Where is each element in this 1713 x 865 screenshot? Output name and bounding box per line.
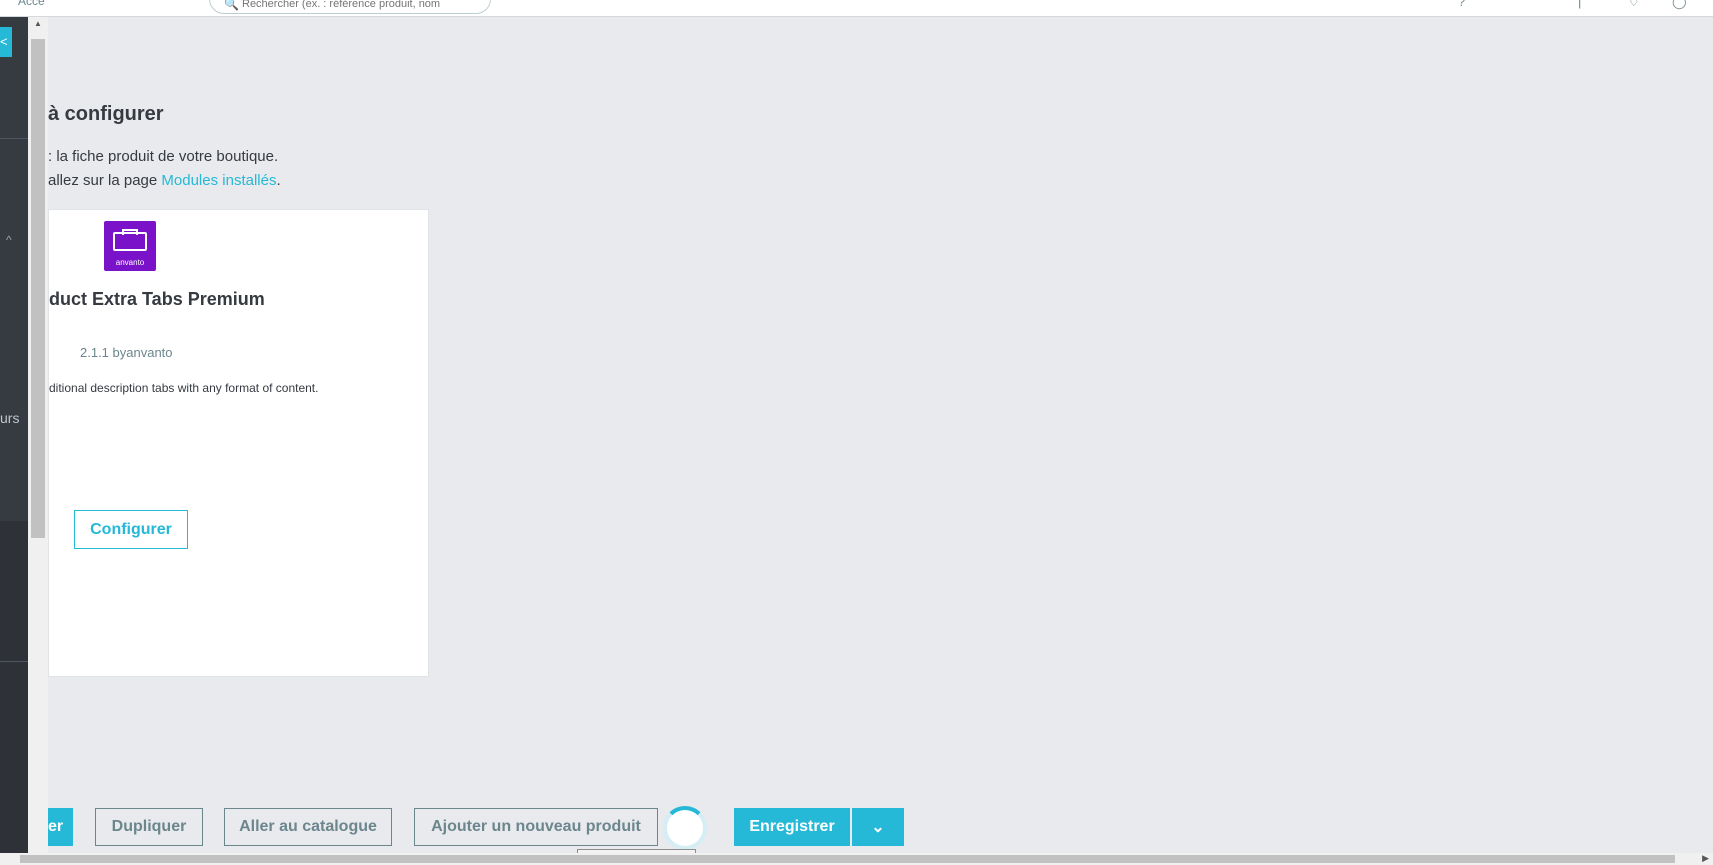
vertical-scrollbar[interactable]: ▲ [28,17,48,865]
intro-text: : la fiche produit de votre boutique. al… [48,145,281,193]
sidebar-collapse-button[interactable]: < [0,27,12,57]
sidebar-divider [0,661,28,662]
horizontal-scrollbar[interactable]: ▶ [0,853,1713,865]
installed-modules-link[interactable]: Modules installés [161,172,276,189]
partial-primary-button[interactable]: er [48,808,73,846]
scrollbar-thumb[interactable] [20,855,1675,863]
header-nav-text[interactable]: Accè [18,0,45,8]
help-icon[interactable]: ? [1458,0,1465,9]
logo-window-shape [113,232,147,251]
separator-icon: | [1578,0,1582,9]
chevron-down-icon: ⌄ [871,819,885,836]
scrollbar-thumb[interactable] [31,39,45,538]
module-logo: anvanto [104,221,156,271]
intro-line-2: allez sur la page Modules installés. [48,169,281,193]
module-card: anvanto duct Extra Tabs Premium 2.1.1 by… [48,209,429,677]
header-search[interactable]: 🔍 [209,0,491,14]
search-icon: 🔍 [224,0,239,11]
top-header: Accè 🔍 ? | ♢ ◯ [0,0,1713,17]
chevron-up-icon[interactable]: ^ [6,233,12,247]
logo-brand-text: anvanto [115,258,145,267]
module-version: 2.1.1 byanvanto [80,345,173,360]
save-button[interactable]: Enregistrer [734,808,850,846]
sidebar: < ^ urs [0,17,28,865]
configure-button[interactable]: Configurer [74,510,188,549]
save-options-dropdown[interactable]: ⌄ [852,808,904,846]
page-title: à configurer [48,103,164,125]
intro-line-1: : la fiche produit de votre boutique. [48,148,279,165]
sidebar-item-label[interactable]: urs [0,410,19,426]
scroll-up-icon[interactable]: ▲ [34,19,42,28]
duplicate-button[interactable]: Dupliquer [95,808,203,846]
module-description: ditional description tabs with any forma… [49,381,319,395]
scroll-right-icon[interactable]: ▶ [1702,853,1709,864]
user-icon[interactable]: ◯ [1672,0,1687,10]
intro-line-2-prefix: allez sur la page [48,172,162,189]
sidebar-lower-section [0,521,28,865]
loading-spinner-icon [663,806,707,850]
module-title: duct Extra Tabs Premium [49,289,265,309]
go-to-catalog-button[interactable]: Aller au catalogue [224,808,392,846]
intro-line-2-suffix: . [276,172,281,189]
sidebar-divider [0,138,28,139]
search-input[interactable] [242,0,482,11]
bell-icon[interactable]: ♢ [1628,0,1640,10]
add-new-product-button[interactable]: Ajouter un nouveau produit [414,808,658,846]
